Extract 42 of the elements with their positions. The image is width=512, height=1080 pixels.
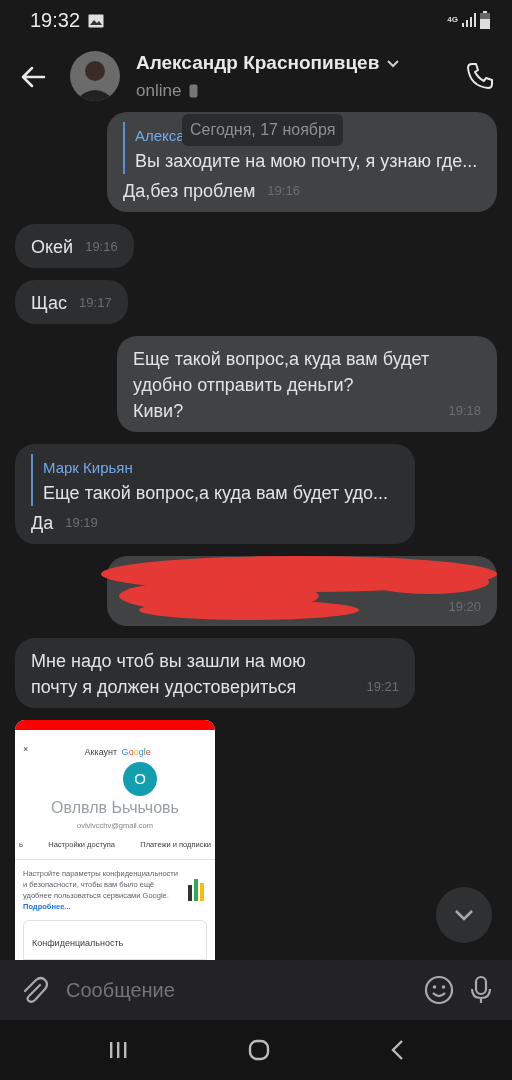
signal-icon <box>462 13 476 27</box>
phone-device-icon <box>189 84 199 98</box>
quote-author: Марк Кирьян <box>43 458 133 478</box>
google-wordmark: Google <box>121 747 151 757</box>
chevron-down-icon[interactable] <box>387 60 400 68</box>
microphone-icon[interactable] <box>470 975 492 1005</box>
quote-text: Еще такой вопрос,а куда вам будет удо... <box>43 482 390 505</box>
account-avatar: О <box>123 762 157 796</box>
home-icon[interactable] <box>248 1039 270 1061</box>
message-text: Да,без проблем <box>123 180 256 203</box>
illustration-icon <box>185 876 207 903</box>
contact-name[interactable]: Александр Краснопивцев <box>136 49 380 78</box>
message-time: 19:17 <box>79 294 112 312</box>
battery-icon <box>480 11 490 29</box>
message-text: Окей <box>31 236 74 259</box>
close-button[interactable]: × <box>23 743 29 757</box>
message-text: Еще такой вопрос,а куда вам будет удобно отправить деньги? Киви? <box>133 348 431 423</box>
account-name: Овлвлв Ььчьчовь <box>50 798 180 818</box>
message-text: Мне надо чтоб вы зашли на мою почту я должен удостовериться <box>31 650 307 699</box>
message-input[interactable]: Сообщение <box>64 974 408 1006</box>
back-icon[interactable] <box>390 1039 404 1061</box>
back-arrow-icon[interactable] <box>20 65 46 88</box>
recent-apps-icon[interactable] <box>108 1040 128 1060</box>
emoji-icon[interactable] <box>424 975 454 1005</box>
avatar[interactable] <box>70 51 120 101</box>
phone-call-icon[interactable] <box>466 62 494 90</box>
date-label: Сегодня, 17 ноября <box>182 114 344 146</box>
privacy-card-title: Конфиденциальность <box>32 937 124 948</box>
message-time: 19:19 <box>65 514 98 532</box>
message-time: 19:16 <box>85 238 118 256</box>
message-time: 19:21 <box>366 678 399 696</box>
chevron-down-icon <box>454 909 474 921</box>
message-text: Щас <box>31 292 68 315</box>
message-text: Да <box>31 512 54 535</box>
account-title: Аккаунт <box>84 747 118 757</box>
online-status: online <box>136 79 182 102</box>
composer-bar[interactable]: Сообщение <box>0 960 512 1020</box>
quote-text: Вы заходите на мою почту, я узнаю где... <box>135 150 479 173</box>
status-time: 19:32 <box>30 8 81 33</box>
scroll-down-button[interactable] <box>436 887 492 943</box>
network-type: 4G <box>447 14 458 26</box>
image-icon <box>88 13 105 28</box>
